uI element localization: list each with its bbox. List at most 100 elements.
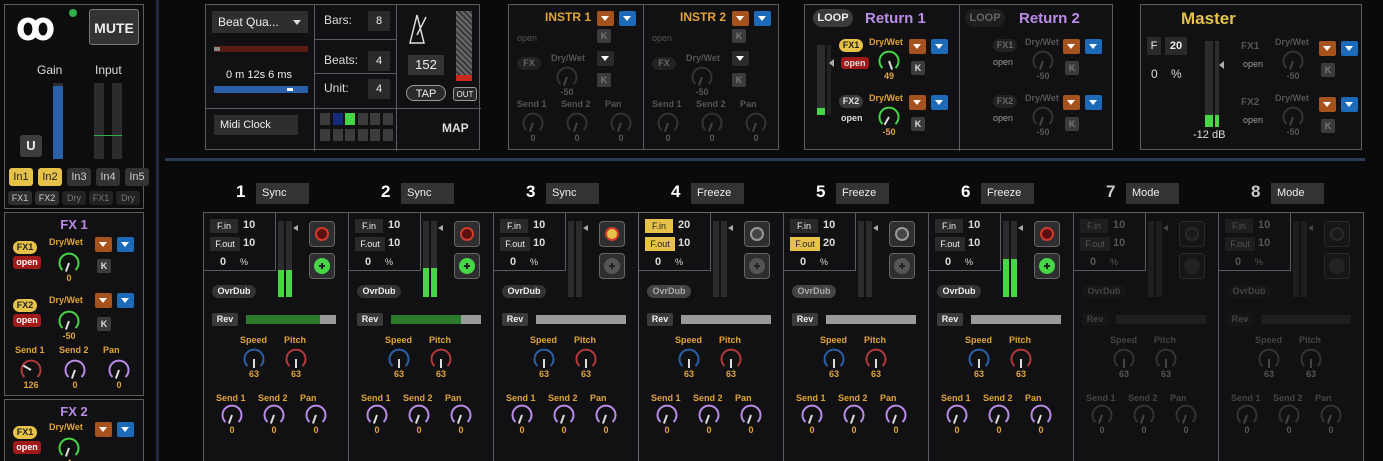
record-button[interactable] xyxy=(1034,221,1060,247)
add-overdub-button[interactable] xyxy=(454,253,480,279)
speed-knob[interactable] xyxy=(1257,347,1281,371)
overdub-button[interactable]: OvrDub xyxy=(792,285,836,298)
progress-bar[interactable] xyxy=(214,86,308,93)
fx-select-arrow[interactable] xyxy=(597,11,614,26)
instr-send2-knob[interactable] xyxy=(700,111,724,135)
pitch-knob[interactable] xyxy=(1009,347,1033,371)
tap-button[interactable]: TAP xyxy=(406,85,446,101)
loop-mode-dropdown[interactable]: Sync xyxy=(546,183,599,204)
loop-progress-bar[interactable] xyxy=(1116,315,1206,324)
input-toggle-2[interactable]: In2 xyxy=(38,168,62,186)
record-button[interactable] xyxy=(1179,221,1205,247)
master-drywet-knob[interactable] xyxy=(1281,49,1305,73)
loop-mode-dropdown[interactable]: Freeze xyxy=(981,183,1034,204)
loop-progress-bar[interactable] xyxy=(391,315,481,324)
add-overdub-button[interactable] xyxy=(1179,253,1205,279)
instr-fx-label[interactable]: FX xyxy=(517,57,541,70)
k-button[interactable]: K xyxy=(911,117,925,131)
fx-select-arrow[interactable] xyxy=(1319,97,1336,112)
loop-mode-dropdown[interactable]: Sync xyxy=(401,183,454,204)
loop-progress-bar[interactable] xyxy=(681,315,771,324)
fx-menu-arrow[interactable] xyxy=(1341,41,1358,56)
fade-out-value[interactable]: 10 xyxy=(243,237,255,249)
send1-knob[interactable] xyxy=(655,403,679,427)
return2-fx-label[interactable]: FX1 xyxy=(993,39,1017,52)
pan-knob[interactable] xyxy=(1029,403,1053,427)
fx-menu-arrow[interactable] xyxy=(1341,97,1358,112)
fade-in-button[interactable]: F.in xyxy=(355,219,383,233)
overdub-button[interactable]: OvrDub xyxy=(1227,285,1271,298)
reverse-button[interactable]: Rev xyxy=(792,313,818,326)
fx-select-arrow[interactable] xyxy=(732,11,749,26)
k-button[interactable]: K xyxy=(732,73,746,87)
gain-meter[interactable] xyxy=(53,83,63,159)
reverse-button[interactable]: Rev xyxy=(212,313,238,326)
send1-knob[interactable] xyxy=(365,403,389,427)
return2-drywet-knob[interactable] xyxy=(1031,105,1055,129)
fade-out-button[interactable]: F.out xyxy=(645,237,675,251)
fade-out-button[interactable]: F.out xyxy=(210,237,240,251)
fx1-pan-knob[interactable] xyxy=(107,358,131,382)
send2-knob[interactable] xyxy=(1132,403,1156,427)
fx1-row-1-drywet-knob[interactable] xyxy=(57,251,81,275)
fade-in-button[interactable]: F.in xyxy=(210,219,238,233)
instr-drywet-knob[interactable] xyxy=(690,65,714,89)
add-overdub-button[interactable] xyxy=(1034,253,1060,279)
loop-progress-bar[interactable] xyxy=(1261,315,1351,324)
add-overdub-button[interactable] xyxy=(1324,253,1350,279)
position-bar[interactable] xyxy=(214,46,308,52)
pitch-knob[interactable] xyxy=(719,347,743,371)
speed-knob[interactable] xyxy=(967,347,991,371)
loop-button-2[interactable]: LOOP xyxy=(965,9,1005,27)
record-button[interactable] xyxy=(454,221,480,247)
midi-map-pad[interactable] xyxy=(382,113,393,125)
k-button[interactable]: K xyxy=(597,29,611,43)
fx-menu-arrow[interactable] xyxy=(754,11,771,26)
pan-knob[interactable] xyxy=(304,403,328,427)
send1-knob[interactable] xyxy=(945,403,969,427)
instr-send2-knob[interactable] xyxy=(565,111,589,135)
master-f-label[interactable]: F xyxy=(1147,37,1161,55)
k-button[interactable]: K xyxy=(1321,63,1335,77)
instr-fx-label[interactable]: FX xyxy=(652,57,676,70)
fade-out-value[interactable]: 10 xyxy=(1258,237,1270,249)
fade-in-button[interactable]: F.in xyxy=(1225,219,1253,233)
send1-knob[interactable] xyxy=(220,403,244,427)
speed-knob[interactable] xyxy=(1112,347,1136,371)
reverse-button[interactable]: Rev xyxy=(357,313,383,326)
input-toggle-5[interactable]: In5 xyxy=(125,168,149,186)
fade-in-button[interactable]: F.in xyxy=(500,219,528,233)
k-button[interactable]: K xyxy=(1321,119,1335,133)
return-open-button[interactable]: open xyxy=(841,113,863,123)
record-button[interactable] xyxy=(309,221,335,247)
fx-menu-arrow[interactable] xyxy=(117,422,134,437)
fade-out-button[interactable]: F.out xyxy=(355,237,385,251)
send1-knob[interactable] xyxy=(1235,403,1259,427)
pitch-knob[interactable] xyxy=(1299,347,1323,371)
overdub-button[interactable]: OvrDub xyxy=(647,285,691,298)
reverse-button[interactable]: Rev xyxy=(502,313,528,326)
bars-value[interactable]: 8 xyxy=(368,11,390,31)
fade-out-value[interactable]: 10 xyxy=(678,237,690,249)
midi-map-pad[interactable] xyxy=(357,113,368,125)
add-overdub-button[interactable] xyxy=(744,253,770,279)
overdub-button[interactable]: OvrDub xyxy=(502,285,546,298)
k-button[interactable]: K xyxy=(97,259,111,273)
return-drywet-knob[interactable] xyxy=(877,105,901,129)
fade-in-value[interactable]: 10 xyxy=(1258,219,1270,231)
input-fx-route-4[interactable]: FX1 xyxy=(89,191,113,205)
fx1-row-2-open-button[interactable]: open xyxy=(13,314,41,327)
k-button[interactable]: K xyxy=(1065,61,1079,75)
pan-knob[interactable] xyxy=(449,403,473,427)
speed-knob[interactable] xyxy=(387,347,411,371)
fade-in-value[interactable]: 20 xyxy=(678,219,690,231)
input-fx-route-5[interactable]: Dry xyxy=(116,191,140,205)
pitch-knob[interactable] xyxy=(864,347,888,371)
fade-in-value[interactable]: 10 xyxy=(968,219,980,231)
add-overdub-button[interactable] xyxy=(889,253,915,279)
fx2-row-1-open-button[interactable]: open xyxy=(13,441,41,454)
master-fx-label[interactable]: FX2 xyxy=(1241,97,1259,108)
k-button[interactable]: K xyxy=(597,73,611,87)
unit-value[interactable]: 4 xyxy=(368,79,390,99)
midi-map-pad[interactable] xyxy=(320,113,330,125)
